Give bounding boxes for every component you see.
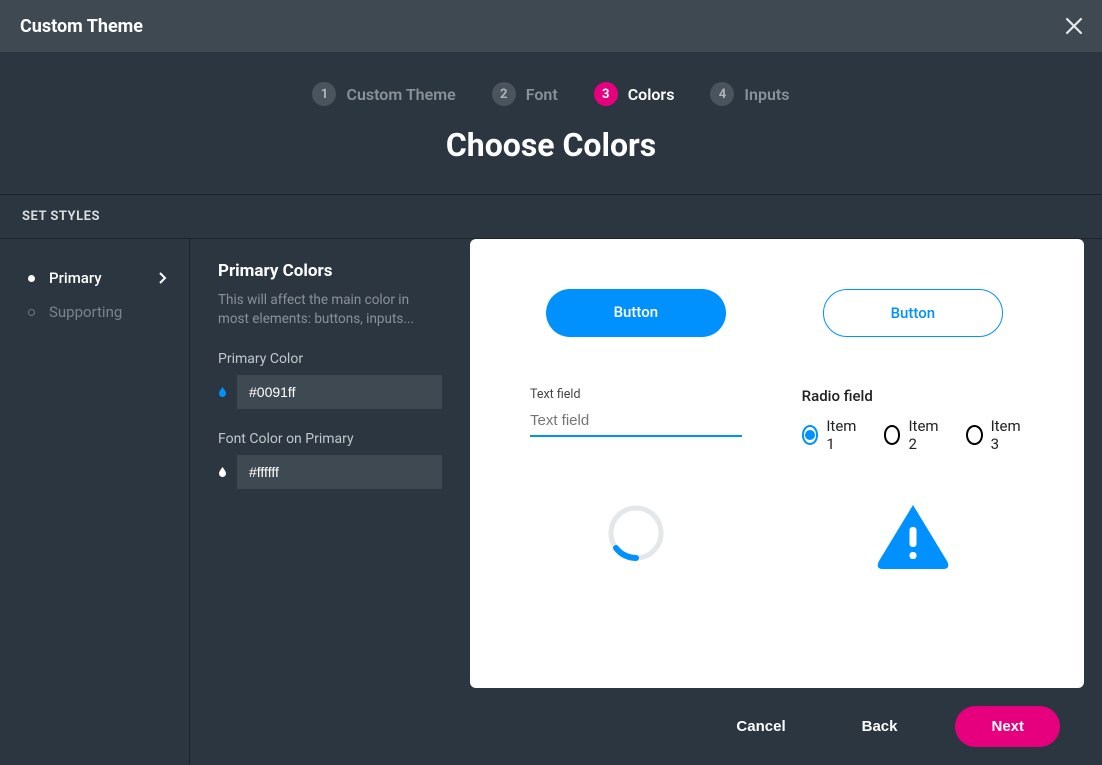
sidebar-item-label: Primary	[49, 269, 159, 287]
radio-option-1[interactable]: Item 1	[802, 417, 860, 453]
content: SET STYLES Primary Supporting Primary Co…	[0, 194, 1102, 765]
font-color-input[interactable]	[237, 455, 442, 489]
sidebar-item-label: Supporting	[49, 303, 167, 321]
primary-color-label: Primary Color	[218, 351, 442, 367]
radio-field-label: Radio field	[802, 387, 1024, 405]
step-label: Custom Theme	[346, 85, 455, 104]
panels: Primary Supporting Primary Colors This w…	[0, 239, 1102, 765]
config-description: This will affect the main color in most …	[218, 291, 442, 329]
radio-option-label: Item 3	[991, 417, 1024, 453]
drop-icon	[218, 381, 227, 403]
radio-option-2[interactable]: Item 2	[884, 417, 942, 453]
cancel-button[interactable]: Cancel	[718, 708, 803, 745]
text-field-label: Text field	[530, 387, 742, 402]
page-title: Choose Colors	[0, 126, 1102, 194]
step-number: 1	[312, 82, 336, 106]
radio-option-label: Item 2	[908, 417, 941, 453]
text-field-input[interactable]	[530, 406, 742, 437]
primary-color-row	[218, 375, 442, 409]
preview-spinner	[606, 503, 666, 573]
radio-icon	[884, 425, 901, 445]
stepper: 1 Custom Theme 2 Font 3 Colors 4 Inputs	[0, 52, 1102, 126]
preview-text-field: Text field	[530, 387, 742, 453]
step-number: 3	[594, 82, 618, 106]
sidebar-item-supporting[interactable]: Supporting	[0, 295, 189, 329]
step-label: Font	[526, 85, 558, 104]
font-color-row	[218, 455, 442, 489]
titlebar: Custom Theme	[0, 0, 1102, 52]
close-icon	[1065, 17, 1083, 35]
radio-option-3[interactable]: Item 3	[966, 417, 1024, 453]
preview-wrap: Button Button Text field Radio field Ite…	[470, 239, 1102, 765]
custom-theme-modal: Custom Theme 1 Custom Theme 2 Font 3 Col…	[0, 0, 1102, 765]
step-number: 4	[710, 82, 734, 106]
step-font[interactable]: 2 Font	[492, 82, 558, 106]
preview-warning	[875, 503, 951, 573]
step-number: 2	[492, 82, 516, 106]
config-panel: Primary Colors This will affect the main…	[190, 239, 470, 765]
step-inputs[interactable]: 4 Inputs	[710, 82, 789, 106]
bullet-icon	[28, 309, 35, 316]
config-heading: Primary Colors	[218, 261, 442, 281]
sidebar: Primary Supporting	[0, 239, 190, 765]
step-custom-theme[interactable]: 1 Custom Theme	[312, 82, 455, 106]
back-button[interactable]: Back	[844, 708, 916, 745]
bullet-icon	[28, 275, 35, 282]
preview-panel: Button Button Text field Radio field Ite…	[470, 239, 1084, 688]
font-color-label: Font Color on Primary	[218, 431, 442, 447]
radio-options: Item 1 Item 2 Item 3	[802, 417, 1024, 453]
radio-icon	[802, 425, 819, 445]
sidebar-item-primary[interactable]: Primary	[0, 261, 189, 295]
step-label: Inputs	[744, 85, 789, 104]
preview-button-outline[interactable]: Button	[823, 289, 1003, 337]
primary-color-input[interactable]	[237, 375, 442, 409]
next-button[interactable]: Next	[955, 706, 1060, 747]
spinner-icon	[606, 503, 666, 563]
close-button[interactable]	[1062, 14, 1086, 38]
preview-button-solid[interactable]: Button	[546, 289, 726, 337]
section-header: SET STYLES	[0, 195, 1102, 239]
step-label: Colors	[628, 85, 675, 104]
chevron-right-icon	[159, 272, 167, 284]
radio-icon	[966, 425, 983, 445]
footer: Cancel Back Next	[470, 688, 1084, 765]
preview-radio-field: Radio field Item 1 Item 2	[802, 387, 1024, 453]
modal-title: Custom Theme	[20, 16, 143, 37]
drop-icon	[218, 461, 227, 483]
warning-icon	[875, 503, 951, 569]
step-colors[interactable]: 3 Colors	[594, 82, 675, 106]
radio-option-label: Item 1	[826, 417, 859, 453]
